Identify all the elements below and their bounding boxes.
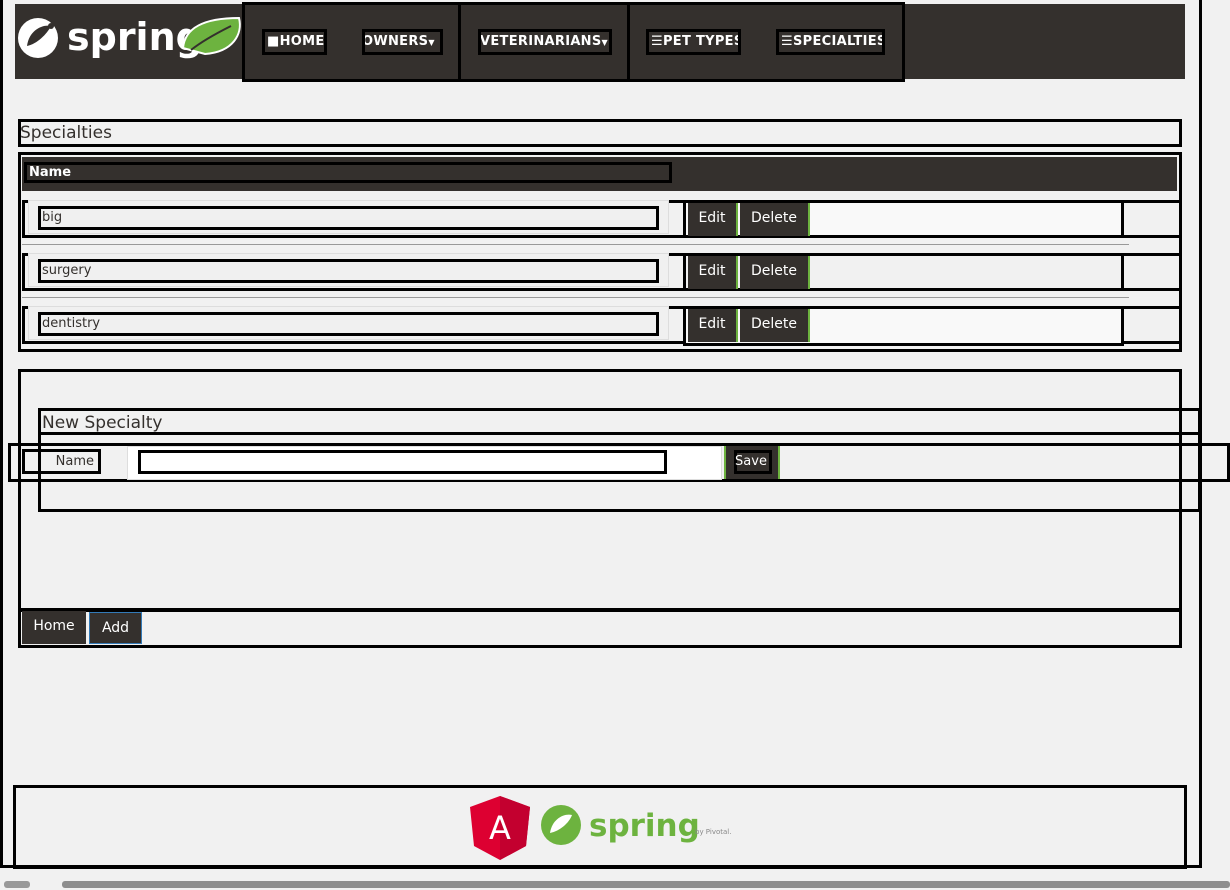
- nav-home[interactable]: ■HOME: [262, 29, 327, 55]
- nav-specialties[interactable]: ☰SPECIALTIES: [776, 29, 885, 55]
- page-title: Specialties: [20, 123, 112, 143]
- save-label: Save: [734, 450, 772, 474]
- chevron-down-icon: ▼: [428, 38, 435, 47]
- spring-logo[interactable]: spring: [15, 4, 243, 79]
- column-header-name: Name: [24, 162, 672, 183]
- list-icon: ☰: [781, 34, 793, 49]
- svg-text:A: A: [489, 809, 511, 847]
- delete-button[interactable]: Delete: [740, 203, 810, 236]
- angular-logo: A: [470, 796, 530, 860]
- edit-button[interactable]: Edit: [688, 309, 738, 342]
- edit-button[interactable]: Edit: [688, 203, 738, 236]
- delete-button[interactable]: Delete: [740, 309, 810, 342]
- scroll-left-arrow[interactable]: [4, 881, 30, 888]
- bottom-actions: [18, 608, 1182, 648]
- save-button[interactable]: Save: [724, 446, 780, 479]
- specialty-name-value[interactable]: big: [38, 206, 659, 230]
- nav-veterinarians[interactable]: VETERINARIANS▼: [478, 29, 612, 55]
- specialties-title-box: Specialties: [18, 119, 1182, 147]
- row-divider: [22, 297, 1129, 298]
- scrollbar-thumb[interactable]: [62, 881, 1230, 888]
- home-button[interactable]: Home: [22, 611, 86, 644]
- specialty-name-value[interactable]: dentistry: [38, 312, 659, 336]
- new-specialty-name-field[interactable]: [138, 450, 667, 474]
- nav-pet-types[interactable]: ☰PET TYPES: [646, 29, 741, 55]
- chevron-down-icon: ▼: [601, 38, 608, 47]
- add-button[interactable]: Add: [89, 612, 142, 644]
- row-divider: [22, 244, 1129, 245]
- spring-footer-logo: spring by Pivotal.: [541, 805, 731, 845]
- home-icon: ■: [267, 34, 280, 49]
- form-divider: [38, 432, 1201, 435]
- new-specialty-title: New Specialty: [42, 413, 163, 433]
- svg-text:by Pivotal.: by Pivotal.: [695, 828, 731, 836]
- name-label: Name: [22, 449, 101, 474]
- nav-owners[interactable]: OWNERS▼: [362, 29, 443, 55]
- edit-button[interactable]: Edit: [688, 256, 738, 289]
- list-icon: ☰: [651, 34, 663, 49]
- footer-logos: A spring by Pivotal.: [470, 796, 750, 864]
- svg-text:spring: spring: [589, 808, 700, 844]
- svg-text:spring: spring: [67, 15, 203, 59]
- delete-button[interactable]: Delete: [740, 256, 810, 289]
- specialty-name-value[interactable]: surgery: [38, 259, 659, 283]
